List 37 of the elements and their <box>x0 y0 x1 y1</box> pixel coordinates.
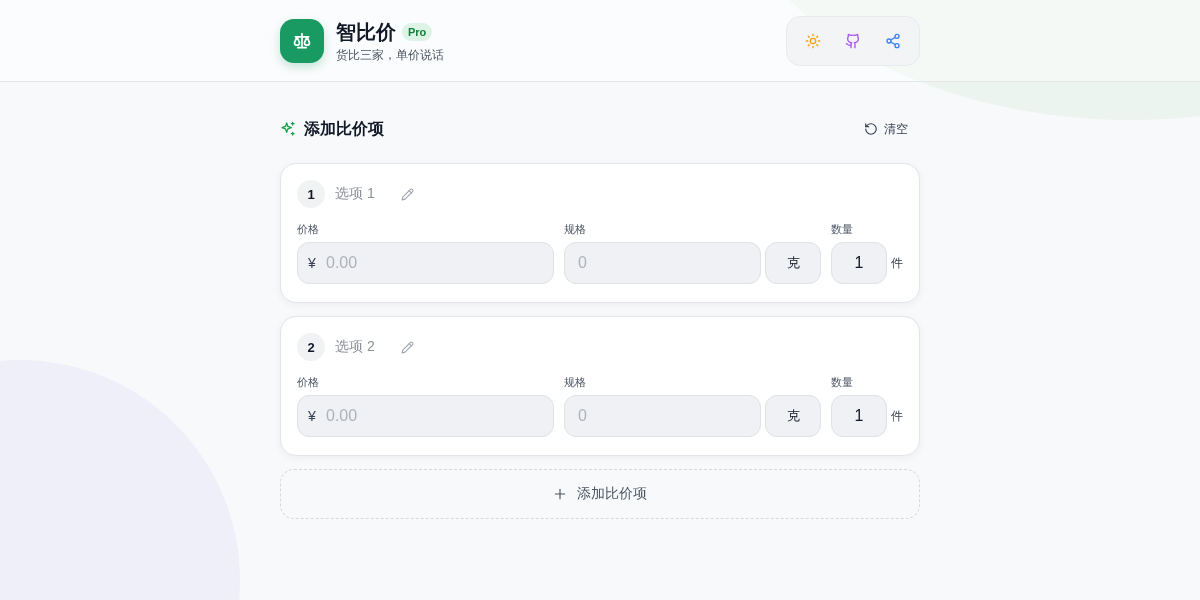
edit-name-button[interactable] <box>399 185 416 203</box>
currency-symbol: ¥ <box>308 254 316 272</box>
field-label: 数量 <box>831 222 854 236</box>
unit-select-button[interactable]: 克 <box>765 242 821 284</box>
item-number: 1 <box>297 180 325 208</box>
item-name: 选项 1 <box>335 185 376 203</box>
unit-select-button[interactable]: 克 <box>765 395 821 437</box>
quantity-input[interactable]: 1 <box>831 242 887 284</box>
field-label: 价格 <box>297 222 320 236</box>
section-title: 添加比价项 <box>304 119 384 139</box>
share-icon <box>885 32 901 49</box>
pencil-icon <box>401 340 414 354</box>
edit-name-button[interactable] <box>399 338 416 356</box>
quantity-input[interactable]: 1 <box>831 395 887 437</box>
scale-logo-icon <box>280 19 324 63</box>
sparkle-icon <box>280 121 296 137</box>
plus-icon <box>553 487 567 501</box>
field-label: 价格 <box>297 375 320 389</box>
spec-input[interactable]: 0 <box>564 395 761 437</box>
pencil-icon <box>401 187 414 201</box>
add-item-button[interactable]: 添加比价项 <box>280 469 920 519</box>
reset-icon <box>864 122 878 136</box>
field-label: 规格 <box>564 375 587 389</box>
currency-symbol: ¥ <box>308 407 316 425</box>
github-icon <box>845 32 861 49</box>
item-number: 2 <box>297 333 325 361</box>
app-tagline: 货比三家，单价说话 <box>336 46 444 63</box>
quantity-unit: 件 <box>891 407 903 425</box>
field-label: 数量 <box>831 375 854 389</box>
item-name: 选项 2 <box>335 338 376 356</box>
spec-input[interactable]: 0 <box>564 242 761 284</box>
quantity-unit: 件 <box>891 254 903 272</box>
field-label: 规格 <box>564 222 587 236</box>
pro-badge: Pro <box>402 22 433 41</box>
app-title: 智比价 <box>336 19 396 44</box>
clear-button[interactable]: 清空 <box>864 116 920 142</box>
sun-icon <box>805 32 821 49</box>
